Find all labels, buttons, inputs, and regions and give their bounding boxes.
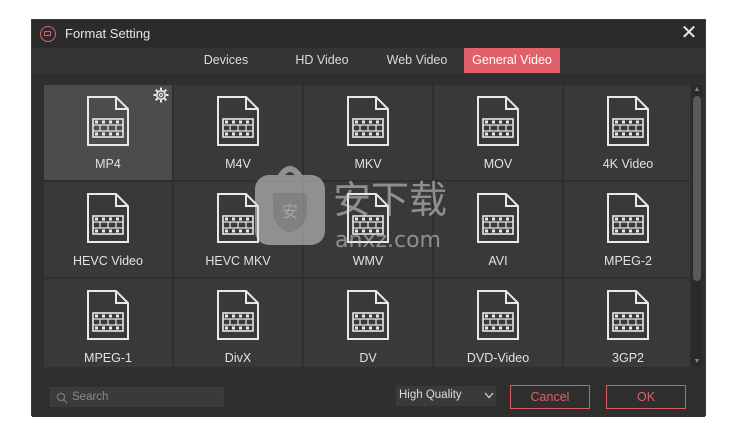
format-tile[interactable]: MPEG-1 — [44, 279, 172, 367]
tab-bar: Devices HD Video Web Video General Video — [32, 48, 705, 74]
format-tile[interactable]: MPEG-2 — [564, 182, 690, 277]
scroll-down-icon[interactable]: ▼ — [693, 358, 701, 366]
dialog-title: Format Setting — [65, 26, 151, 41]
svg-text:安: 安 — [282, 202, 298, 221]
video-file-icon — [477, 96, 519, 146]
scroll-thumb[interactable] — [693, 96, 701, 281]
video-file-icon — [217, 96, 259, 146]
quality-select[interactable]: High Quality — [396, 386, 496, 406]
format-label: MPEG-2 — [604, 254, 652, 268]
video-file-icon — [477, 193, 519, 243]
watermark-logo: 安 安下载 anxz.com — [255, 166, 447, 253]
search-box — [50, 387, 224, 407]
gear-icon[interactable] — [153, 87, 169, 103]
format-label: 4K Video — [602, 157, 654, 171]
tab-devices[interactable]: Devices — [190, 48, 262, 73]
title-bar: Format Setting ✕ — [32, 20, 705, 48]
video-file-icon — [347, 290, 389, 340]
format-label: HEVC Video — [73, 254, 143, 268]
watermark-shield-icon: 安 — [255, 166, 325, 245]
format-tile[interactable]: 4K Video — [564, 85, 690, 180]
video-file-icon — [217, 290, 259, 340]
ok-button[interactable]: OK — [606, 385, 686, 409]
cancel-button[interactable]: Cancel — [510, 385, 590, 409]
format-label: MP4 — [95, 157, 121, 171]
format-label: DV — [359, 351, 377, 365]
video-file-icon — [607, 193, 649, 243]
chevron-down-icon — [484, 392, 494, 399]
quality-value: High Quality — [399, 389, 462, 401]
format-label: DivX — [224, 351, 252, 365]
format-tile[interactable]: DV — [304, 279, 432, 367]
format-label: 3GP2 — [612, 351, 644, 365]
bottom-bar: High Quality Cancel OK — [32, 375, 705, 417]
search-input[interactable] — [72, 388, 220, 406]
search-icon — [56, 392, 68, 404]
tab-hd-video[interactable]: HD Video — [282, 48, 362, 73]
video-file-icon — [87, 290, 129, 340]
tab-general-video[interactable]: General Video — [464, 48, 560, 73]
format-tile[interactable]: DivX — [174, 279, 302, 367]
video-file-icon — [477, 290, 519, 340]
format-tile[interactable]: 3GP2 — [564, 279, 690, 367]
video-file-icon — [87, 96, 129, 146]
app-logo-icon — [40, 26, 56, 42]
vertical-scrollbar[interactable]: ▲ ▼ — [692, 85, 702, 367]
tab-web-video[interactable]: Web Video — [377, 48, 457, 73]
watermark-text-url: anxz.com — [335, 228, 441, 253]
format-tile[interactable]: DVD-Video — [434, 279, 562, 367]
video-file-icon — [347, 96, 389, 146]
video-file-icon — [87, 193, 129, 243]
format-tile[interactable]: MP4 — [44, 85, 172, 180]
format-tile[interactable]: HEVC Video — [44, 182, 172, 277]
close-icon[interactable]: ✕ — [679, 22, 699, 44]
watermark-text-cn: 安下载 — [333, 178, 447, 222]
scroll-up-icon[interactable]: ▲ — [693, 86, 701, 94]
format-label: MPEG-1 — [84, 351, 132, 365]
video-file-icon — [607, 96, 649, 146]
format-label: DVD-Video — [466, 351, 530, 365]
video-file-icon — [607, 290, 649, 340]
